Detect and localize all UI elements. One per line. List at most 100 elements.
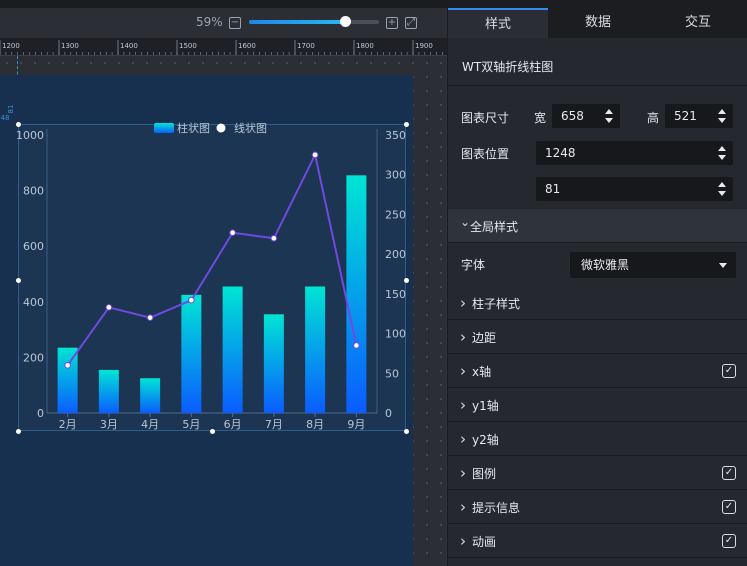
- bar: [57, 347, 78, 413]
- tab-interaction[interactable]: 交互: [648, 8, 747, 38]
- chevron-right-icon: ›: [460, 294, 466, 312]
- section-3[interactable]: › x轴 ✓: [448, 354, 747, 388]
- x-tick-label: 9月: [347, 418, 365, 431]
- resize-handle[interactable]: [16, 278, 21, 283]
- width-label: 宽: [534, 111, 547, 125]
- panel-tabs: 样式 数据 交互: [448, 0, 747, 38]
- bar: [140, 378, 161, 413]
- chevron-right-icon: ›: [460, 532, 466, 550]
- line-point: [353, 342, 360, 349]
- section-label: 全局样式: [470, 220, 519, 234]
- height-value: 521: [674, 109, 697, 123]
- section-label: 边距: [472, 331, 497, 345]
- font-value: 微软雅黑: [581, 258, 630, 272]
- section-4[interactable]: › y1轴: [448, 388, 747, 422]
- zoom-out-button[interactable]: −: [229, 17, 241, 29]
- y1-tick-label: 600: [23, 240, 44, 253]
- height-label: 高: [647, 111, 660, 125]
- section-label: 动画: [472, 535, 497, 549]
- visibility-checkbox[interactable]: ✓: [722, 534, 736, 548]
- section-8[interactable]: › 动画 ✓: [448, 524, 747, 558]
- legend-line-label: 线状图: [234, 121, 267, 135]
- y1-tick-label: 200: [23, 351, 44, 364]
- resize-handle[interactable]: [404, 278, 409, 283]
- x-tick-label: 6月: [224, 418, 242, 431]
- section-2[interactable]: › 边距: [448, 320, 747, 354]
- section-global-style[interactable]: ⌄ 全局样式: [448, 209, 747, 243]
- zoom-percent: 59%: [196, 15, 223, 29]
- resize-handle[interactable]: [210, 429, 215, 434]
- section-label: 提示信息: [472, 501, 521, 515]
- chevron-down-icon: ⌄: [460, 215, 471, 229]
- bar: [222, 286, 243, 413]
- zoom-slider-fill: [249, 20, 345, 24]
- pos-x-value: 1248: [545, 146, 576, 160]
- y2-tick-label: 0: [385, 407, 392, 420]
- section-1[interactable]: › 柱子样式: [448, 286, 747, 320]
- ruler-tick-label: 1300: [61, 42, 79, 50]
- bar: [181, 294, 202, 413]
- font-label: 字体: [461, 258, 486, 272]
- resize-handle[interactable]: [16, 429, 21, 434]
- section-6[interactable]: › 图例 ✓: [448, 456, 747, 490]
- y1-tick-label: 1000: [16, 129, 44, 142]
- ruler-tick-label: 1400: [120, 42, 138, 50]
- zoom-bar: 59% − + ⤢: [0, 8, 447, 38]
- guide-x-label: 48: [1, 114, 10, 122]
- x-tick-label: 3月: [100, 418, 118, 431]
- y2-tick-label: 200: [385, 248, 406, 261]
- pos-y-input[interactable]: 81: [536, 177, 733, 201]
- fit-screen-icon[interactable]: ⤢: [405, 17, 417, 29]
- chevron-down-icon: [719, 263, 727, 268]
- tab-style[interactable]: 样式: [448, 8, 548, 38]
- line-point: [270, 234, 278, 242]
- component-name: WT双轴折线柱图: [462, 60, 554, 74]
- font-select[interactable]: 微软雅黑: [570, 252, 736, 278]
- zoom-slider-handle[interactable]: [339, 16, 351, 27]
- y1-tick-label: 800: [23, 185, 44, 198]
- pos-x-input[interactable]: 1248: [536, 141, 733, 165]
- ruler-tick-label: 1900: [415, 42, 433, 50]
- guide-y-label: 81: [7, 105, 15, 114]
- divider: [448, 85, 747, 86]
- resize-handle[interactable]: [16, 122, 21, 127]
- pos-x-stepper-icon[interactable]: [718, 146, 726, 160]
- bar: [305, 286, 326, 413]
- chevron-right-icon: ›: [460, 328, 466, 346]
- resize-handle[interactable]: [404, 429, 409, 434]
- tab-data[interactable]: 数据: [548, 8, 648, 38]
- line-point: [146, 314, 154, 321]
- y2-tick-label: 300: [385, 169, 406, 182]
- line-point: [64, 362, 71, 369]
- section-label: y1轴: [472, 399, 499, 413]
- pos-y-stepper-icon[interactable]: [718, 182, 726, 196]
- x-tick-label: 8月: [306, 418, 324, 431]
- zoom-slider[interactable]: [249, 16, 379, 27]
- section-5[interactable]: › y2轴: [448, 422, 747, 456]
- property-panel: 样式 数据 交互 WT双轴折线柱图 图表尺寸 宽 658 高 521 图表位置 …: [447, 0, 747, 566]
- width-stepper-icon[interactable]: [605, 109, 613, 123]
- y2-tick-label: 50: [385, 367, 399, 380]
- line-point: [188, 296, 195, 304]
- x-tick-label: 4月: [141, 418, 159, 431]
- visibility-checkbox[interactable]: ✓: [722, 500, 736, 514]
- y2-tick-label: 150: [385, 288, 406, 301]
- height-input[interactable]: 521: [665, 104, 733, 128]
- dual-axis-chart: 8148 0 200 400 600 800 1000 0 50 100 150 200 250 300 3…: [1, 105, 406, 431]
- section-7[interactable]: › 提示信息 ✓: [448, 490, 747, 524]
- y1-tick-label: 400: [23, 296, 44, 309]
- line-point: [311, 151, 319, 159]
- zoom-in-button[interactable]: +: [386, 17, 398, 29]
- width-input[interactable]: 658: [552, 104, 620, 128]
- ruler-tick-label: 1600: [238, 42, 256, 50]
- x-tick-label: 7月: [265, 418, 283, 431]
- resize-handle[interactable]: [404, 122, 409, 127]
- height-stepper-icon[interactable]: [718, 109, 726, 123]
- section-label: y2轴: [472, 433, 499, 447]
- section-label: 图例: [472, 467, 497, 481]
- visibility-checkbox[interactable]: ✓: [722, 364, 736, 378]
- line-point: [105, 304, 113, 311]
- ruler-tick-label: 1500: [179, 42, 197, 50]
- visibility-checkbox[interactable]: ✓: [722, 466, 736, 480]
- chevron-right-icon: ›: [460, 498, 466, 516]
